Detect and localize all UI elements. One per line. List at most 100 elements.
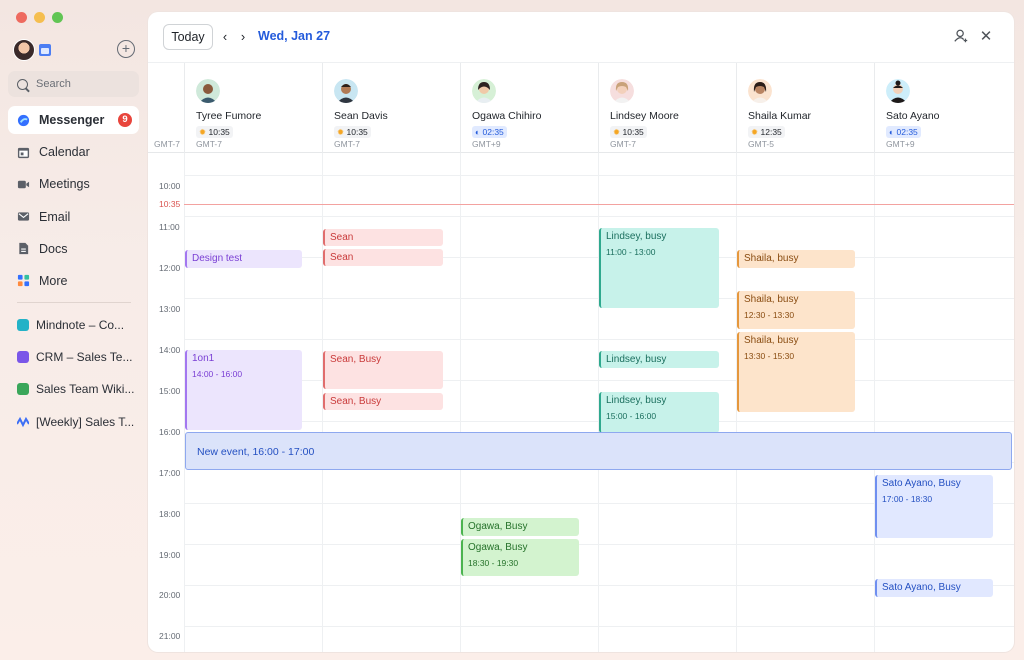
event-block[interactable]: Lindsey, busy xyxy=(599,351,719,368)
event-block[interactable]: Shaila, busy 12:30 - 13:30 xyxy=(737,291,855,329)
moon-icon: ◐ xyxy=(889,127,895,137)
calendar-app-icon xyxy=(39,44,51,56)
today-button[interactable]: Today xyxy=(163,24,213,50)
sidebar-item-label: Meetings xyxy=(39,177,90,192)
hour-label: 13:00 xyxy=(159,304,181,314)
event-block[interactable]: Lindsey, busy 11:00 - 13:00 xyxy=(599,228,719,308)
mail-icon xyxy=(17,212,30,221)
sidebar-item-label: Docs xyxy=(39,241,68,256)
event-title: Shaila, busy xyxy=(744,253,799,264)
hour-label: 19:00 xyxy=(159,550,181,560)
calendar-toolbar: Today ‹ › Wed, Jan 27 ✕ xyxy=(148,12,1014,62)
event-block[interactable]: Sean, Busy xyxy=(323,351,443,389)
messenger-icon xyxy=(17,114,30,126)
attendee-name: Sean Davis xyxy=(334,110,388,122)
grid-icon xyxy=(17,275,30,287)
attendee-header: GMT-7 Tyree Fumore ✹ 10:35 GMT-7 Sean Da… xyxy=(148,62,1014,154)
hour-label: 18:00 xyxy=(159,509,181,519)
local-time: ✹ 10:35 xyxy=(334,126,371,138)
sidebar-item-more[interactable]: More xyxy=(8,267,139,295)
user-avatar[interactable] xyxy=(13,39,35,61)
base-icon xyxy=(17,351,29,364)
attendee-avatar xyxy=(472,79,496,103)
current-date[interactable]: Wed, Jan 27 xyxy=(258,29,330,43)
attendee-name: Ogawa Chihiro xyxy=(472,110,542,122)
search-input[interactable]: Search xyxy=(8,71,139,97)
attendee-gmt: GMT-5 xyxy=(748,139,774,149)
current-time-line xyxy=(184,204,1014,205)
event-title: Lindsey, busy xyxy=(606,231,667,242)
event-time: 17:00 - 18:30 xyxy=(882,494,933,504)
attendee-column-header[interactable]: Lindsey Moore ✹ 10:35 GMT-7 xyxy=(598,63,736,154)
add-icon[interactable]: + xyxy=(117,40,135,58)
pinned-docs: Mindnote – Co... CRM – Sales Te... Sales… xyxy=(8,311,139,440)
sidebar-item-email[interactable]: Email xyxy=(8,203,139,231)
attendee-avatar xyxy=(748,79,772,103)
hour-label: 11:00 xyxy=(159,222,180,232)
attendee-column-header[interactable]: Shaila Kumar ✹ 12:35 GMT-5 xyxy=(736,63,874,154)
hour-line xyxy=(184,380,1014,381)
hour-line xyxy=(184,175,1014,176)
calendar-icon xyxy=(17,147,30,158)
local-time: ✹ 12:35 xyxy=(748,126,785,138)
hour-line xyxy=(184,544,1014,545)
event-block[interactable]: Sean xyxy=(323,249,443,266)
attendee-column-header[interactable]: Tyree Fumore ✹ 10:35 GMT-7 xyxy=(184,63,322,154)
search-placeholder: Search xyxy=(36,78,71,90)
calendar-panel: Today ‹ › Wed, Jan 27 ✕ GMT-7 Tyree Fumo… xyxy=(148,12,1014,652)
profile-row: + xyxy=(13,38,135,62)
event-title: Ogawa, Busy xyxy=(468,521,528,532)
add-person-icon[interactable] xyxy=(952,28,970,46)
sun-icon: ✹ xyxy=(337,127,345,137)
next-day-button[interactable]: › xyxy=(235,29,251,45)
event-block[interactable]: Design test xyxy=(185,250,302,268)
attendee-name: Tyree Fumore xyxy=(196,110,262,122)
pinned-doc-item[interactable]: Sales Team Wiki... xyxy=(8,375,139,403)
unread-badge: 9 xyxy=(118,113,132,127)
sidebar-item-messenger[interactable]: Messenger 9 xyxy=(8,106,139,134)
event-title: Sean xyxy=(330,232,354,243)
event-block[interactable]: Sean, Busy xyxy=(323,393,443,410)
sun-icon: ✹ xyxy=(751,127,759,137)
hour-line xyxy=(184,626,1014,627)
pinned-doc-item[interactable]: [Weekly] Sales T... xyxy=(8,408,139,436)
event-block[interactable]: Sato Ayano, Busy xyxy=(875,579,993,597)
moon-icon: ◐ xyxy=(475,127,481,137)
event-time: 11:00 - 13:00 xyxy=(606,247,656,257)
hour-label: 21:00 xyxy=(159,631,181,641)
attendee-name: Lindsey Moore xyxy=(610,110,679,122)
event-time: 12:30 - 13:30 xyxy=(744,310,795,320)
new-event-block[interactable]: New event, 16:00 - 17:00 xyxy=(185,432,1012,470)
schedule-grid[interactable]: 10:00 11:00 12:00 13:00 14:00 15:00 16:0… xyxy=(148,153,1014,652)
hour-line xyxy=(184,216,1014,217)
event-title: Sean, Busy xyxy=(330,354,382,365)
event-block[interactable]: Ogawa, Busy 18:30 - 19:30 xyxy=(461,539,579,576)
event-block[interactable]: Sean xyxy=(323,229,443,246)
attendee-column-header[interactable]: Sean Davis ✹ 10:35 GMT-7 xyxy=(322,63,460,154)
attendee-gmt: GMT+9 xyxy=(886,139,915,149)
current-time-label: 10:35 xyxy=(159,199,181,209)
sidebar-item-calendar[interactable]: Calendar xyxy=(8,138,139,166)
pinned-doc-item[interactable]: Mindnote – Co... xyxy=(8,311,139,339)
attendee-column-header[interactable]: Sato Ayano ◐ 02:35 GMT+9 xyxy=(874,63,1014,154)
event-block[interactable]: Shaila, busy 13:30 - 15:30 xyxy=(737,332,855,412)
column-divider xyxy=(874,153,875,652)
event-time: 13:30 - 15:30 xyxy=(744,351,795,361)
pinned-doc-item[interactable]: CRM – Sales Te... xyxy=(8,343,139,371)
event-time: 14:00 - 16:00 xyxy=(192,369,243,379)
event-block[interactable]: 1on1 14:00 - 16:00 xyxy=(185,350,302,430)
sidebar: + Search Messenger 9 Calendar Meetings E… xyxy=(0,0,148,660)
prev-day-button[interactable]: ‹ xyxy=(217,29,233,45)
event-block[interactable]: Shaila, busy xyxy=(737,250,855,268)
attendee-column-header[interactable]: Ogawa Chihiro ◐ 02:35 GMT+9 xyxy=(460,63,598,154)
event-block[interactable]: Ogawa, Busy xyxy=(461,518,579,536)
event-title: 1on1 xyxy=(192,353,215,364)
sidebar-item-meetings[interactable]: Meetings xyxy=(8,170,139,198)
sidebar-item-label: Calendar xyxy=(39,145,90,160)
event-block[interactable]: Sato Ayano, Busy 17:00 - 18:30 xyxy=(875,475,993,538)
sidebar-item-docs[interactable]: Docs xyxy=(8,235,139,263)
event-block[interactable]: Lindsey, busy 15:00 - 16:00 xyxy=(599,392,719,433)
close-icon[interactable]: ✕ xyxy=(977,28,995,46)
local-time: ◐ 02:35 xyxy=(886,126,921,138)
sidebar-item-label: Messenger xyxy=(39,113,105,127)
